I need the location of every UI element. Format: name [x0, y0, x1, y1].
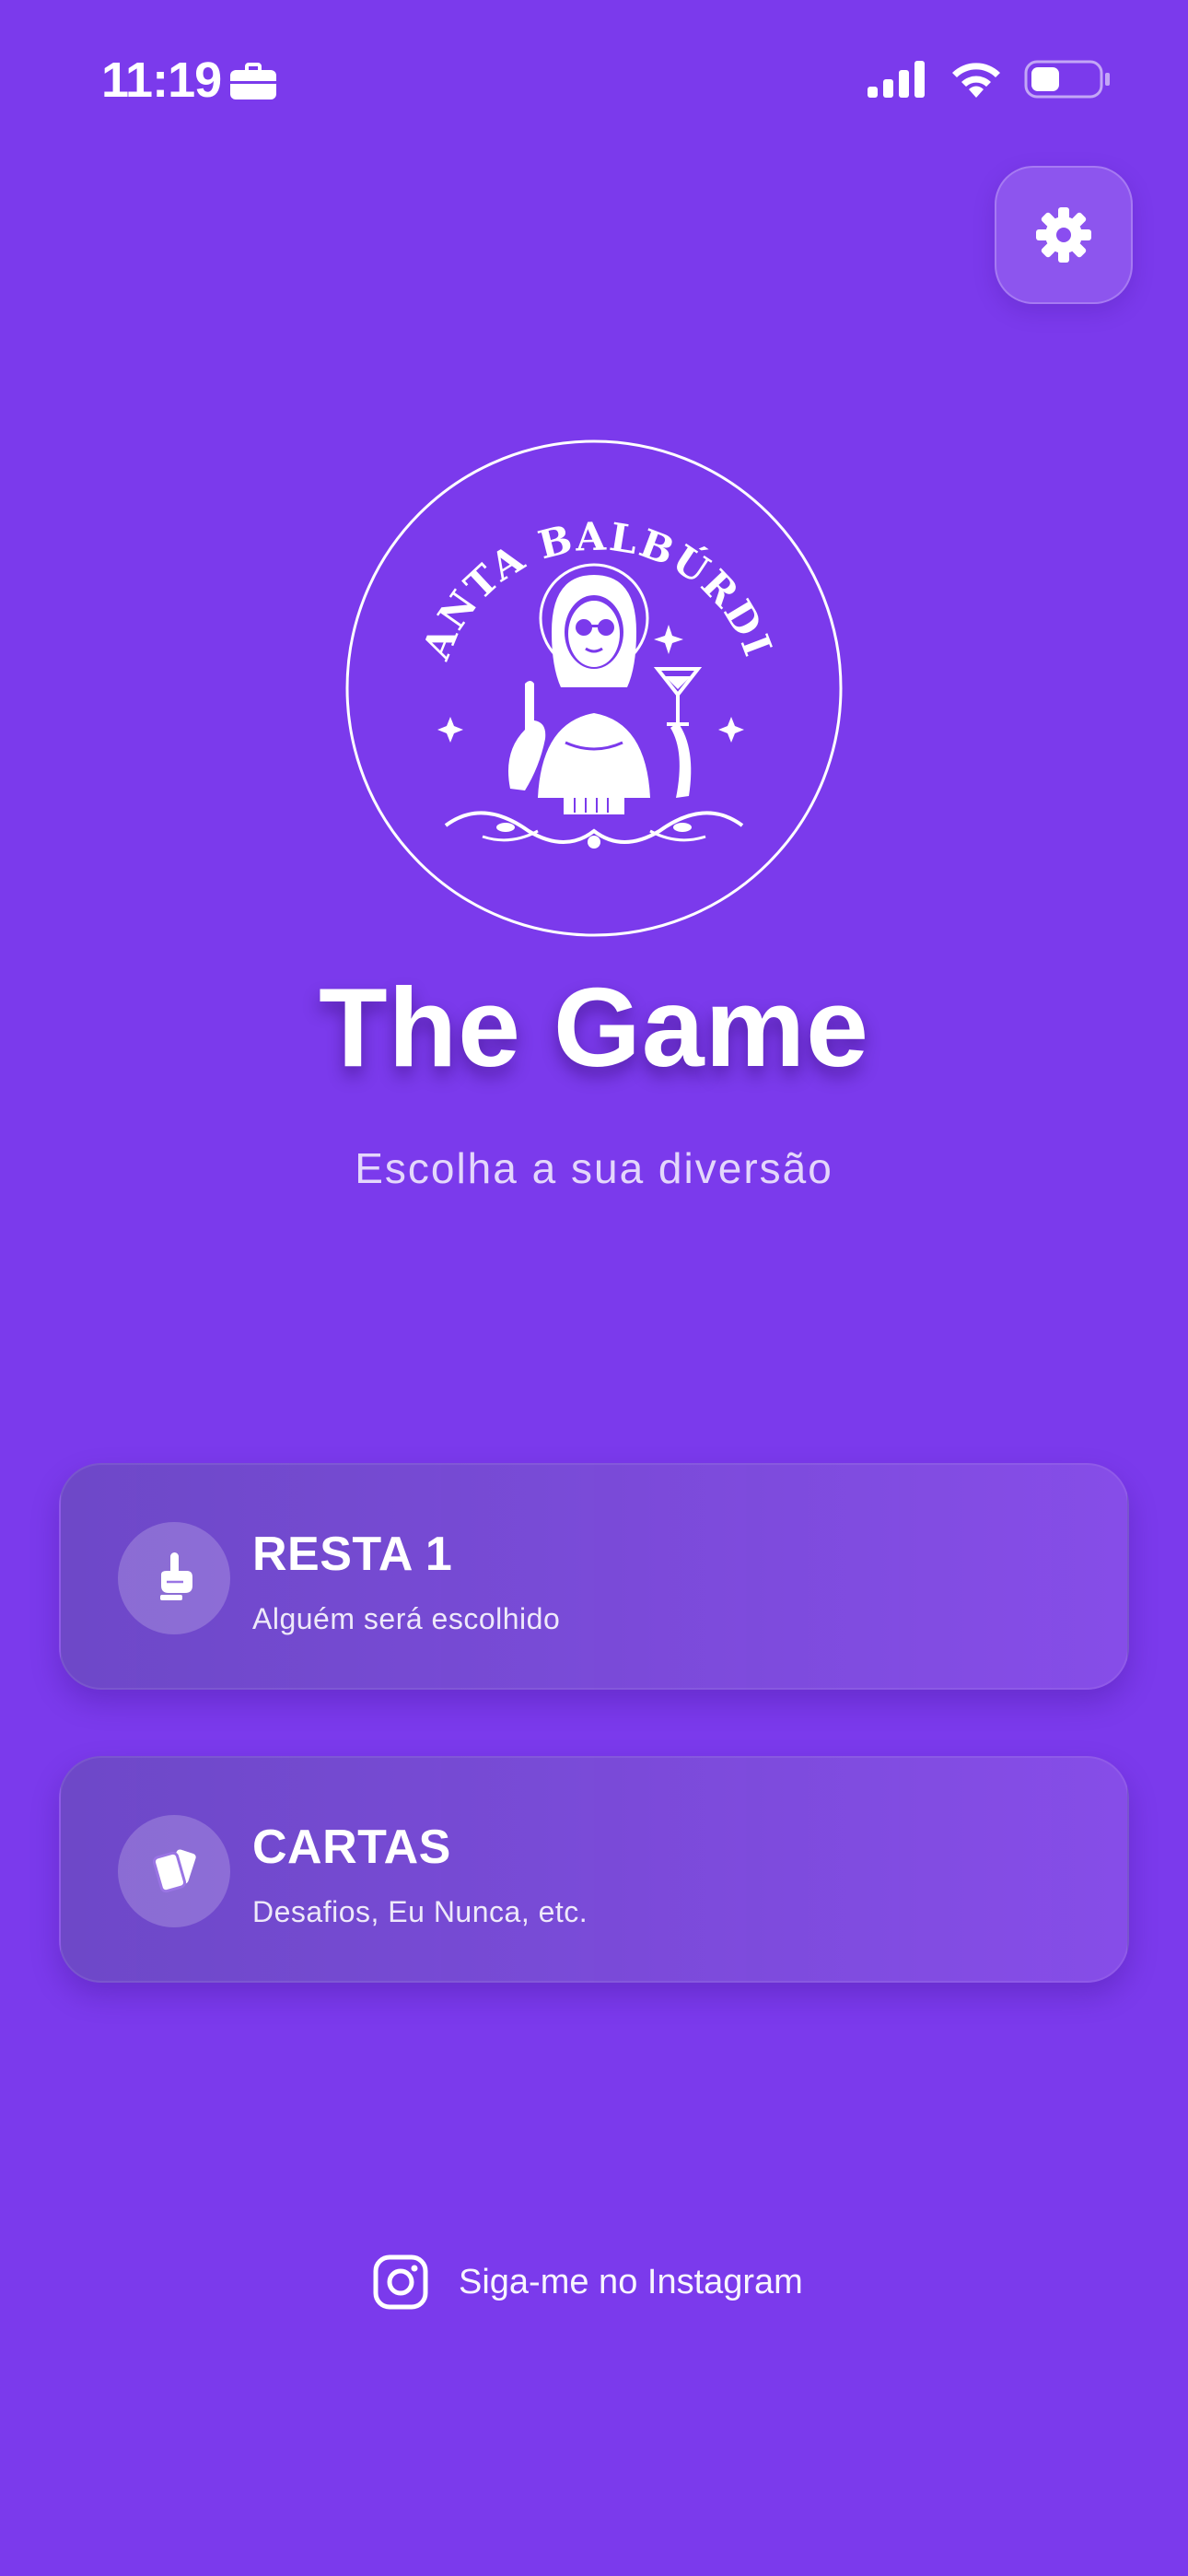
settings-button[interactable] [995, 166, 1133, 304]
mode-card-cartas[interactable]: CARTAS Desafios, Eu Nunca, etc. [59, 1756, 1129, 1983]
instagram-icon [373, 2254, 428, 2310]
battery-icon [1024, 60, 1110, 99]
briefcase-icon [230, 63, 276, 100]
gear-icon [1036, 207, 1091, 263]
mode-subtitle: Alguém será escolhido [252, 1602, 561, 1635]
instagram-link[interactable]: Siga-me no Instagram [372, 2250, 803, 2314]
mode-icon-container [118, 1815, 230, 1927]
santa-balburdia-logo: SANTA BALBÚRDIA [344, 439, 843, 937]
mode-card-resta-1[interactable]: RESTA 1 Alguém será escolhido [59, 1463, 1129, 1690]
mode-title: RESTA 1 [252, 1528, 453, 1581]
cellular-signal-icon [868, 61, 925, 98]
cards-icon [152, 1849, 196, 1893]
mode-subtitle: Desafios, Eu Nunca, etc. [252, 1895, 588, 1928]
instagram-label: Siga-me no Instagram [459, 2263, 803, 2301]
mode-icon-container [118, 1522, 230, 1634]
pointing-hand-icon [160, 1552, 192, 1600]
page-title: The Game [319, 965, 869, 1090]
home-screen: 11:19 ANTA BALBÚRDI The Game Escolha a s… [0, 0, 1188, 2576]
mode-title: CARTAS [252, 1821, 451, 1874]
status-bar: 11:19 [0, 0, 1188, 157]
page-subtitle: Escolha a sua diversão [355, 1144, 833, 1192]
wifi-icon [952, 63, 1000, 98]
status-time: 11:19 [101, 53, 222, 108]
